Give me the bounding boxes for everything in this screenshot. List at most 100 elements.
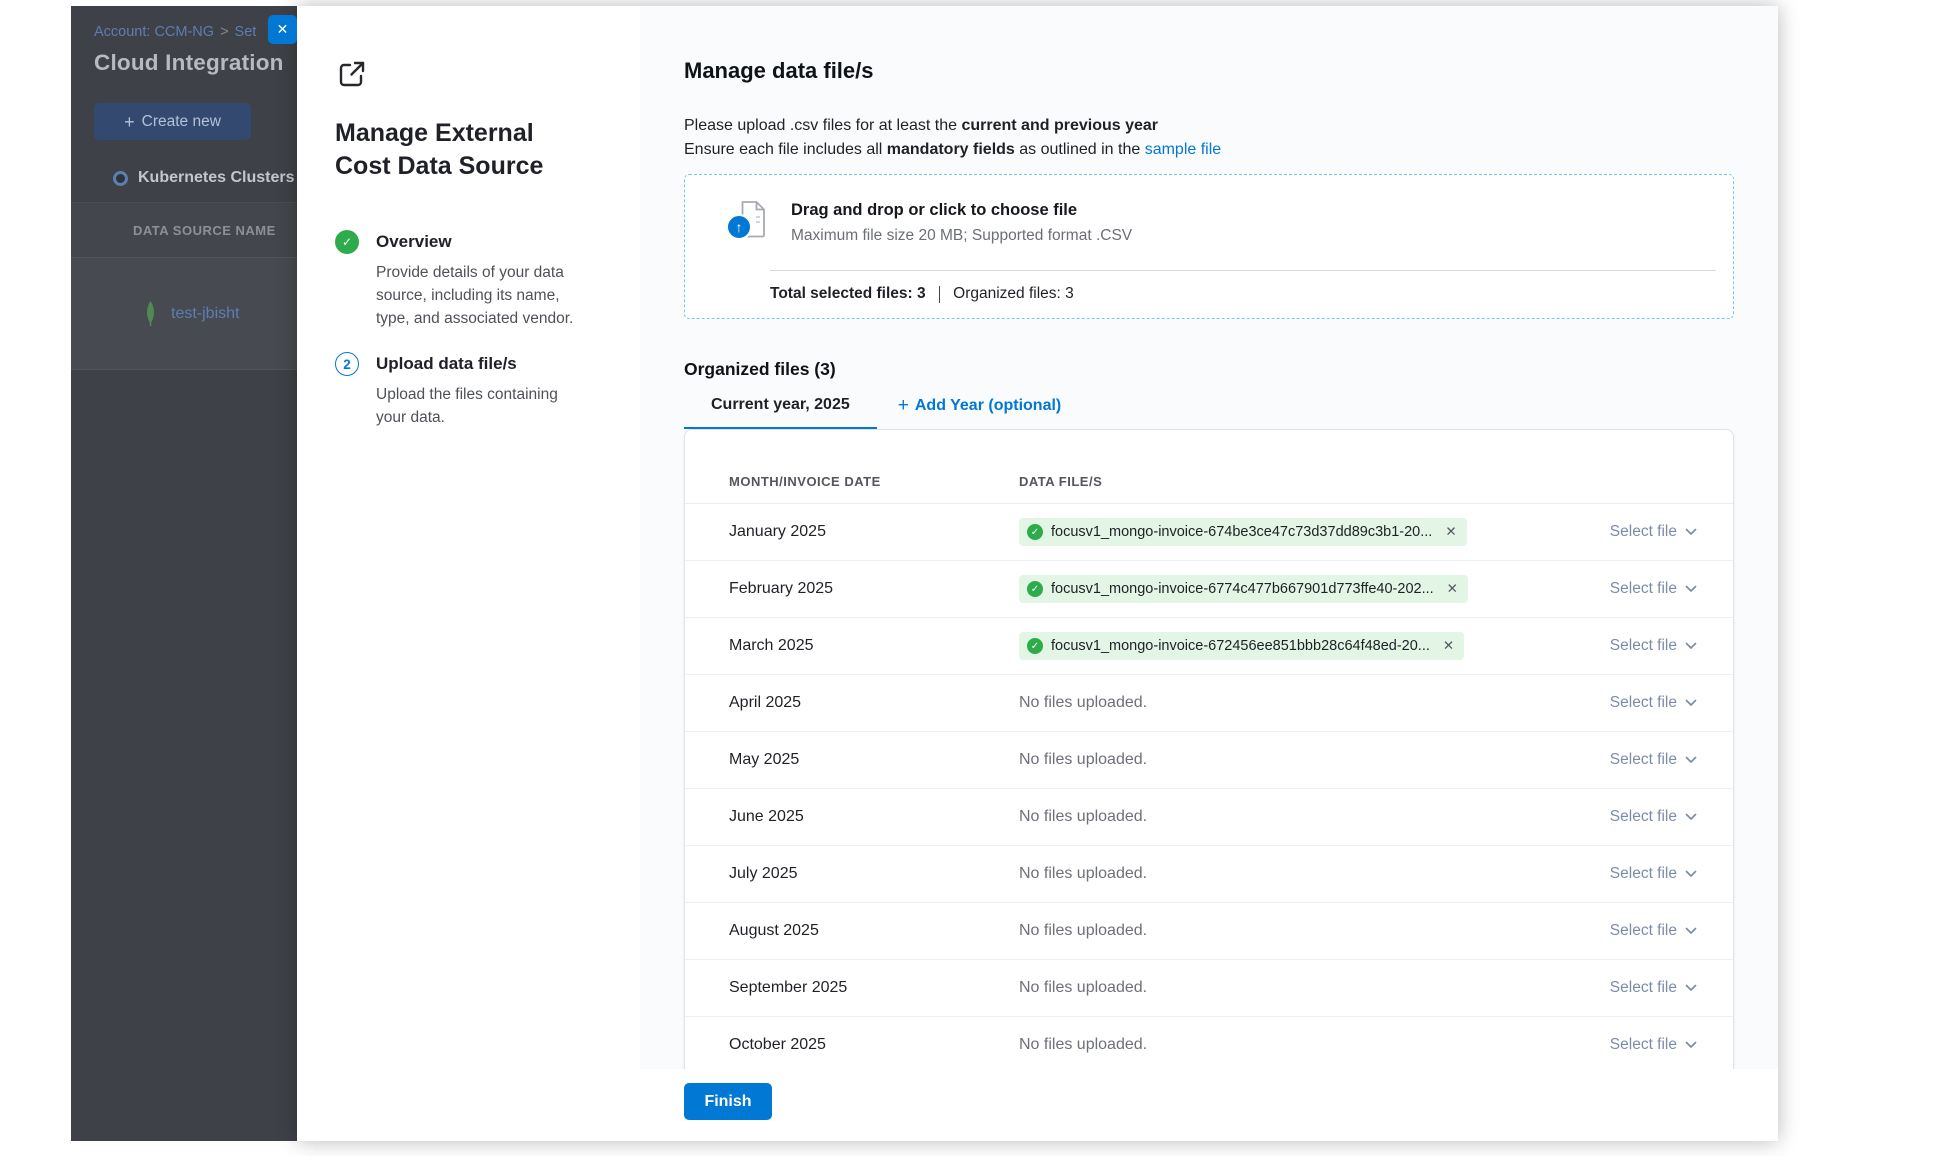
monthly-files-card: MONTH/INVOICE DATE DATA FILE/S January 2… bbox=[684, 429, 1734, 1069]
background-page: Account: CCM-NG>Set Cloud Integration + … bbox=[71, 6, 297, 1141]
sample-file-link[interactable]: sample file bbox=[1145, 141, 1221, 158]
data-file-cell: No files uploaded. bbox=[1019, 751, 1610, 769]
screen: Account: CCM-NG>Set Cloud Integration + … bbox=[0, 0, 1934, 1156]
breadcrumb-section-link[interactable]: Set bbox=[235, 24, 257, 40]
table-row: April 2025No files uploaded.Select file bbox=[685, 675, 1733, 732]
divider bbox=[939, 286, 941, 303]
select-file-dropdown[interactable]: Select file bbox=[1610, 808, 1697, 826]
data-file-cell: ✓ focusv1_mongo-invoice-672456ee851bbb28c… bbox=[1019, 632, 1610, 660]
data-file-cell: No files uploaded. bbox=[1019, 865, 1610, 883]
step-overview[interactable]: ✓ Overview Provide details of your data … bbox=[335, 230, 610, 330]
data-file-cell: ✓focusv1_mongo-invoice-6774c477b667901d7… bbox=[1019, 575, 1610, 603]
month-table-rows: January 2025✓focusv1_mongo-invoice-674be… bbox=[685, 504, 1733, 1069]
close-button[interactable]: ✕ bbox=[268, 15, 297, 44]
arrow-up-icon: ↑ bbox=[726, 214, 752, 240]
select-file-label: Select file bbox=[1610, 979, 1677, 997]
chevron-down-icon bbox=[1685, 1041, 1697, 1049]
remove-file-icon[interactable]: ✕ bbox=[1447, 581, 1458, 597]
intro-bold: current and previous year bbox=[961, 117, 1158, 134]
mongodb-leaf-icon bbox=[142, 300, 159, 327]
step-label: Upload data file/s bbox=[376, 352, 590, 374]
column-header-data-source-name: DATA SOURCE NAME bbox=[133, 223, 276, 238]
tab-kubernetes-clusters[interactable]: Kubernetes Clusters bbox=[113, 169, 295, 187]
add-year-label: Add Year (optional) bbox=[915, 397, 1061, 415]
main-panel: Manage data file/s Please upload .csv fi… bbox=[640, 6, 1778, 1141]
create-new-button[interactable]: + Create new bbox=[94, 103, 251, 140]
data-file-cell: No files uploaded. bbox=[1019, 808, 1610, 826]
select-file-dropdown[interactable]: Select file bbox=[1610, 523, 1697, 541]
table-row: July 2025No files uploaded. Select file bbox=[685, 846, 1733, 903]
month-label: September 2025 bbox=[729, 979, 1019, 997]
month-label: October 2025 bbox=[729, 1036, 1019, 1054]
chevron-down-icon bbox=[1685, 813, 1697, 821]
table-row: February 2025✓focusv1_mongo-invoice-6774… bbox=[685, 561, 1733, 618]
divider bbox=[770, 270, 1716, 271]
select-file-label: Select file bbox=[1610, 637, 1677, 655]
step-description: Upload the files containing your data. bbox=[376, 383, 590, 429]
table-header-row: MONTH/INVOICE DATE DATA FILE/S bbox=[685, 430, 1733, 504]
step-description: Provide details of your data source, inc… bbox=[376, 261, 590, 330]
data-source-link[interactable]: test-jbisht bbox=[171, 305, 239, 323]
table-row: June 2025No files uploaded.Select file bbox=[685, 789, 1733, 846]
create-new-label: Create new bbox=[142, 113, 221, 131]
month-label: August 2025 bbox=[729, 922, 1019, 940]
remove-file-icon[interactable]: ✕ bbox=[1443, 638, 1454, 654]
plus-icon: + bbox=[124, 113, 135, 131]
finish-button[interactable]: Finish bbox=[684, 1083, 772, 1120]
column-header-data-files: DATA FILE/S bbox=[1019, 474, 1102, 489]
dropzone-subtext: Maximum file size 20 MB; Supported forma… bbox=[791, 227, 1132, 245]
section-title: Manage data file/s bbox=[684, 58, 1734, 84]
stepper-panel: Manage External Cost Data Source ✓ Overv… bbox=[297, 6, 640, 1141]
uploaded-file-chip: ✓focusv1_mongo-invoice-674be3ce47c73d37d… bbox=[1019, 518, 1467, 546]
table-row: August 2025No files uploaded.Select file bbox=[685, 903, 1733, 960]
select-file-dropdown[interactable]: Select file bbox=[1610, 580, 1697, 598]
month-label: April 2025 bbox=[729, 694, 1019, 712]
file-name: focusv1_mongo-invoice-672456ee851bbb28c6… bbox=[1051, 638, 1430, 654]
step-upload-data-files[interactable]: 2 Upload data file/s Upload the files co… bbox=[335, 352, 610, 429]
file-check-icon: ✓ bbox=[1027, 638, 1043, 654]
drawer-footer: Finish bbox=[640, 1069, 1778, 1141]
chevron-down-icon bbox=[1685, 984, 1697, 992]
intro-text: Please upload .csv files for at least th… bbox=[684, 117, 961, 134]
empty-files-text: No files uploaded. bbox=[1019, 808, 1147, 826]
data-file-cell: ✓focusv1_mongo-invoice-674be3ce47c73d37d… bbox=[1019, 518, 1610, 546]
select-file-dropdown[interactable]: Select file bbox=[1610, 751, 1697, 769]
tab-label: Kubernetes Clusters bbox=[138, 169, 295, 187]
external-link-icon bbox=[335, 57, 610, 91]
main-body: Manage data file/s Please upload .csv fi… bbox=[640, 6, 1778, 1069]
empty-files-text: No files uploaded. bbox=[1019, 751, 1147, 769]
add-year-button[interactable]: + Add Year (optional) bbox=[898, 396, 1062, 429]
select-file-dropdown[interactable]: Select file bbox=[1610, 922, 1697, 940]
chevron-down-icon bbox=[1685, 699, 1697, 707]
empty-files-text: No files uploaded. bbox=[1019, 865, 1147, 883]
month-label: January 2025 bbox=[729, 523, 1019, 541]
manage-data-source-drawer: Manage External Cost Data Source ✓ Overv… bbox=[297, 6, 1778, 1141]
total-selected-files: Total selected files: 3 bbox=[770, 285, 926, 303]
select-file-label: Select file bbox=[1610, 1036, 1677, 1054]
uploaded-file-chip: ✓focusv1_mongo-invoice-6774c477b667901d7… bbox=[1019, 575, 1468, 603]
step-label: Overview bbox=[376, 230, 590, 252]
select-file-dropdown[interactable]: Select file bbox=[1610, 979, 1697, 997]
organized-files-heading: Organized files (3) bbox=[684, 359, 1734, 380]
table-header: DATA SOURCE NAME bbox=[71, 203, 297, 257]
month-label: July 2025 bbox=[729, 865, 1019, 883]
select-file-dropdown[interactable]: Select file bbox=[1610, 1036, 1697, 1054]
close-icon: ✕ bbox=[277, 21, 289, 38]
select-file-dropdown[interactable]: Select file bbox=[1610, 637, 1697, 655]
month-label: March 2025 bbox=[729, 637, 1019, 655]
remove-file-icon[interactable]: ✕ bbox=[1445, 524, 1456, 540]
select-file-label: Select file bbox=[1610, 808, 1677, 826]
breadcrumb-account-link[interactable]: Account: CCM-NG bbox=[94, 24, 214, 40]
drawer-title: Manage External Cost Data Source bbox=[335, 117, 595, 183]
chevron-down-icon bbox=[1685, 585, 1697, 593]
upload-dropzone[interactable]: ↑ Drag and drop or click to choose file … bbox=[684, 174, 1734, 319]
select-file-dropdown[interactable]: Select file bbox=[1610, 694, 1697, 712]
table-row: October 2025No files uploaded.Select fil… bbox=[685, 1017, 1733, 1069]
data-file-cell: No files uploaded. bbox=[1019, 694, 1610, 712]
select-file-label: Select file bbox=[1610, 922, 1677, 940]
month-label: May 2025 bbox=[729, 751, 1019, 769]
select-file-dropdown[interactable]: Select file bbox=[1610, 865, 1697, 883]
column-header-month: MONTH/INVOICE DATE bbox=[729, 474, 1019, 489]
tab-current-year[interactable]: Current year, 2025 bbox=[684, 396, 877, 429]
breadcrumb: Account: CCM-NG>Set bbox=[94, 24, 256, 40]
